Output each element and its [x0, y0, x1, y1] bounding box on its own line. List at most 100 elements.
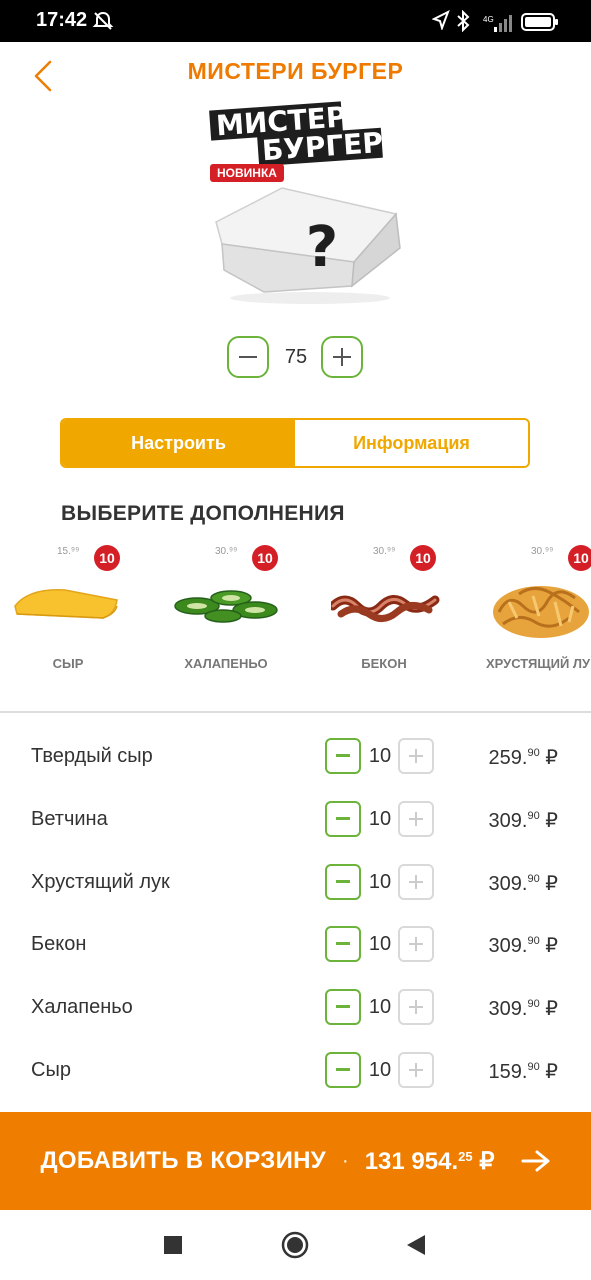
addon-crispy-onion[interactable]: 30.⁹⁹ 10 ХРУСТЯЩИЙ ЛУК: [467, 540, 591, 690]
item-decrease-button[interactable]: [325, 738, 361, 774]
crispy-onion-icon: [493, 586, 589, 638]
item-quantity: 10: [368, 745, 392, 767]
item-quantity: 10: [368, 871, 392, 893]
addon-name: БЕКОН: [361, 656, 407, 671]
tab-customize[interactable]: Настроить: [62, 420, 295, 466]
list-item: Хрустящий лук 10 309.90 ₽: [0, 852, 591, 914]
addons-title: ВЫБЕРИТЕ ДОПОЛНЕНИЯ: [61, 502, 345, 525]
item-price: 309.90 ₽: [488, 998, 558, 1020]
logo-line2: БУРГЕР: [260, 125, 384, 168]
list-item: Ветчина 10 309.90 ₽: [0, 789, 591, 851]
divider: [0, 711, 591, 713]
separator: ·: [342, 1149, 349, 1172]
minus-icon: [336, 942, 350, 945]
addon-count-badge: 10: [252, 545, 278, 571]
addon-bacon[interactable]: 30.⁹⁹ 10 БЕКОН: [309, 540, 459, 690]
jalapeno-slices-icon: [174, 590, 278, 623]
item-increase-button[interactable]: [398, 864, 434, 900]
bluetooth-icon: [457, 10, 470, 32]
item-quantity: 10: [368, 808, 392, 830]
addon-price: 30.⁹⁹: [373, 546, 396, 557]
status-time: 17:42: [36, 9, 88, 31]
list-item: Твердый сыр 10 259.90 ₽: [0, 726, 591, 788]
item-quantity: 10: [368, 933, 392, 955]
home-icon[interactable]: [281, 1231, 309, 1259]
list-item: Сыр 10 159.90 ₽: [0, 1040, 591, 1102]
item-quantity: 10: [368, 1059, 392, 1081]
item-increase-button[interactable]: [398, 738, 434, 774]
plus-icon: [333, 348, 351, 366]
item-price: 309.90 ₽: [488, 935, 558, 957]
burger-box-icon: ?: [215, 187, 401, 304]
item-name: Хрустящий лук: [31, 871, 170, 893]
svg-text:?: ?: [306, 215, 338, 280]
addon-count-badge: 10: [568, 545, 591, 571]
item-name: Бекон: [31, 933, 87, 955]
back-icon[interactable]: [405, 1233, 427, 1257]
item-decrease-button[interactable]: [325, 801, 361, 837]
notifications-off-icon: [92, 11, 114, 30]
item-increase-button[interactable]: [398, 926, 434, 962]
cart-total: 131 954.25 ₽: [364, 1147, 495, 1175]
minus-icon: [336, 880, 350, 883]
product-quantity: 75: [284, 346, 308, 368]
product-image: МИСТЕРИ БУРГЕР НОВИНКА ?: [186, 99, 406, 310]
minus-icon: [336, 817, 350, 820]
item-name: Ветчина: [31, 808, 108, 830]
increase-quantity-button[interactable]: [321, 336, 363, 378]
item-decrease-button[interactable]: [325, 864, 361, 900]
plus-icon: [409, 875, 423, 889]
list-item: Халапеньо 10 309.90 ₽: [0, 977, 591, 1039]
minus-icon: [336, 1005, 350, 1008]
addon-count-badge: 10: [94, 545, 120, 571]
addon-price: 30.⁹⁹: [531, 546, 554, 557]
minus-icon: [239, 356, 257, 358]
item-name: Сыр: [31, 1059, 71, 1081]
item-price: 159.90 ₽: [488, 1061, 558, 1083]
minus-icon: [336, 1068, 350, 1071]
item-increase-button[interactable]: [398, 989, 434, 1025]
location-icon: [432, 10, 450, 30]
addon-name: СЫР: [52, 656, 84, 671]
new-badge: НОВИНКА: [210, 164, 284, 182]
item-price: 309.90 ₽: [488, 810, 558, 832]
addon-price: 15.⁹⁹: [57, 546, 80, 557]
item-decrease-button[interactable]: [325, 989, 361, 1025]
addon-count-badge: 10: [410, 545, 436, 571]
addon-name: ХАЛАПЕНЬО: [184, 656, 268, 671]
plus-icon: [409, 1063, 423, 1077]
recents-icon[interactable]: [163, 1235, 183, 1255]
item-quantity: 10: [368, 996, 392, 1018]
item-name: Халапеньо: [31, 996, 133, 1018]
arrow-right-icon: [521, 1150, 550, 1172]
item-increase-button[interactable]: [398, 801, 434, 837]
product-tabs: Настроить Информация: [60, 418, 530, 468]
plus-icon: [409, 1000, 423, 1014]
battery-icon: [521, 13, 558, 31]
page-title: МИСТЕРИ БУРГЕР: [187, 58, 404, 84]
addon-jalapeno[interactable]: 30.⁹⁹ 10 ХАЛАПЕНЬО: [151, 540, 301, 690]
addon-name: ХРУСТЯЩИЙ ЛУК: [485, 656, 591, 671]
add-to-cart-button[interactable]: ДОБАВИТЬ В КОРЗИНУ · 131 954.25 ₽: [0, 1112, 591, 1210]
addon-cheese[interactable]: 15.⁹⁹ 10 СЫР: [0, 540, 143, 690]
cheese-slice-icon: [14, 589, 118, 619]
addon-price: 30.⁹⁹: [215, 546, 238, 557]
item-increase-button[interactable]: [398, 1052, 434, 1088]
decrease-quantity-button[interactable]: [227, 336, 269, 378]
system-nav-bar: [0, 1210, 591, 1280]
item-price: 259.90 ₽: [488, 747, 558, 769]
plus-icon: [409, 749, 423, 763]
item-decrease-button[interactable]: [325, 1052, 361, 1088]
plus-icon: [409, 812, 423, 826]
status-bar: 17:42 4G: [0, 0, 591, 42]
item-name: Твердый сыр: [31, 745, 153, 767]
list-item: Бекон 10 309.90 ₽: [0, 914, 591, 976]
bacon-strips-icon: [331, 595, 440, 622]
item-price: 309.90 ₽: [488, 873, 558, 895]
add-to-cart-label: ДОБАВИТЬ В КОРЗИНУ: [40, 1147, 327, 1174]
item-decrease-button[interactable]: [325, 926, 361, 962]
tab-information[interactable]: Информация: [295, 420, 528, 466]
minus-icon: [336, 754, 350, 757]
plus-icon: [409, 937, 423, 951]
signal-icon: [494, 15, 512, 32]
